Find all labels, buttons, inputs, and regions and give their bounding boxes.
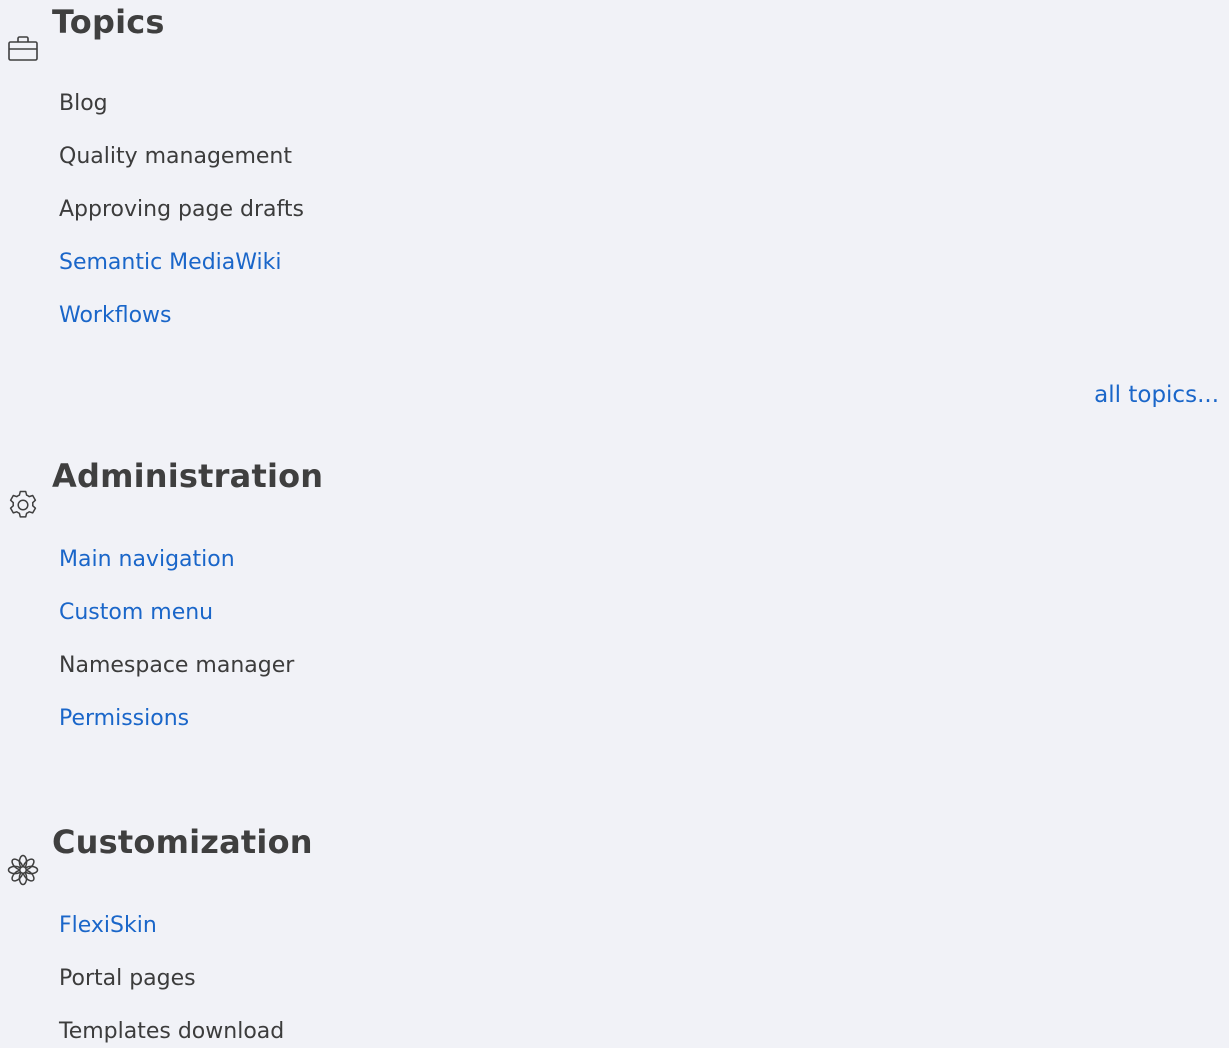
- briefcase-icon: [6, 32, 40, 66]
- administration-list: Main navigation Custom menu Namespace ma…: [59, 549, 294, 761]
- list-item-flexiskin[interactable]: FlexiSkin: [59, 915, 284, 968]
- list-item-quality-management[interactable]: Quality management: [59, 146, 304, 199]
- gear-icon: [6, 488, 40, 522]
- section-title: Administration: [52, 457, 324, 495]
- flower-icon: [6, 853, 40, 887]
- list-item-workflows[interactable]: Workflows: [59, 305, 304, 358]
- list-item-blog[interactable]: Blog: [59, 93, 304, 146]
- list-item-permissions[interactable]: Permissions: [59, 708, 294, 761]
- customization-list: FlexiSkin Portal pages Templates downloa…: [59, 915, 284, 1048]
- list-item-main-navigation[interactable]: Main navigation: [59, 549, 294, 602]
- list-item-templates-download[interactable]: Templates download: [59, 1021, 284, 1048]
- section-title: Customization: [52, 823, 313, 861]
- list-item-namespace-manager[interactable]: Namespace manager: [59, 655, 294, 708]
- topics-list: Blog Quality management Approving page d…: [59, 93, 304, 358]
- list-item-semantic-mediawiki[interactable]: Semantic MediaWiki: [59, 252, 304, 305]
- list-item-approving-page-drafts[interactable]: Approving page drafts: [59, 199, 304, 252]
- list-item-portal-pages[interactable]: Portal pages: [59, 968, 284, 1021]
- all-topics-link[interactable]: all topics...: [1094, 382, 1219, 408]
- section-title: Topics: [52, 3, 165, 41]
- list-item-custom-menu[interactable]: Custom menu: [59, 602, 294, 655]
